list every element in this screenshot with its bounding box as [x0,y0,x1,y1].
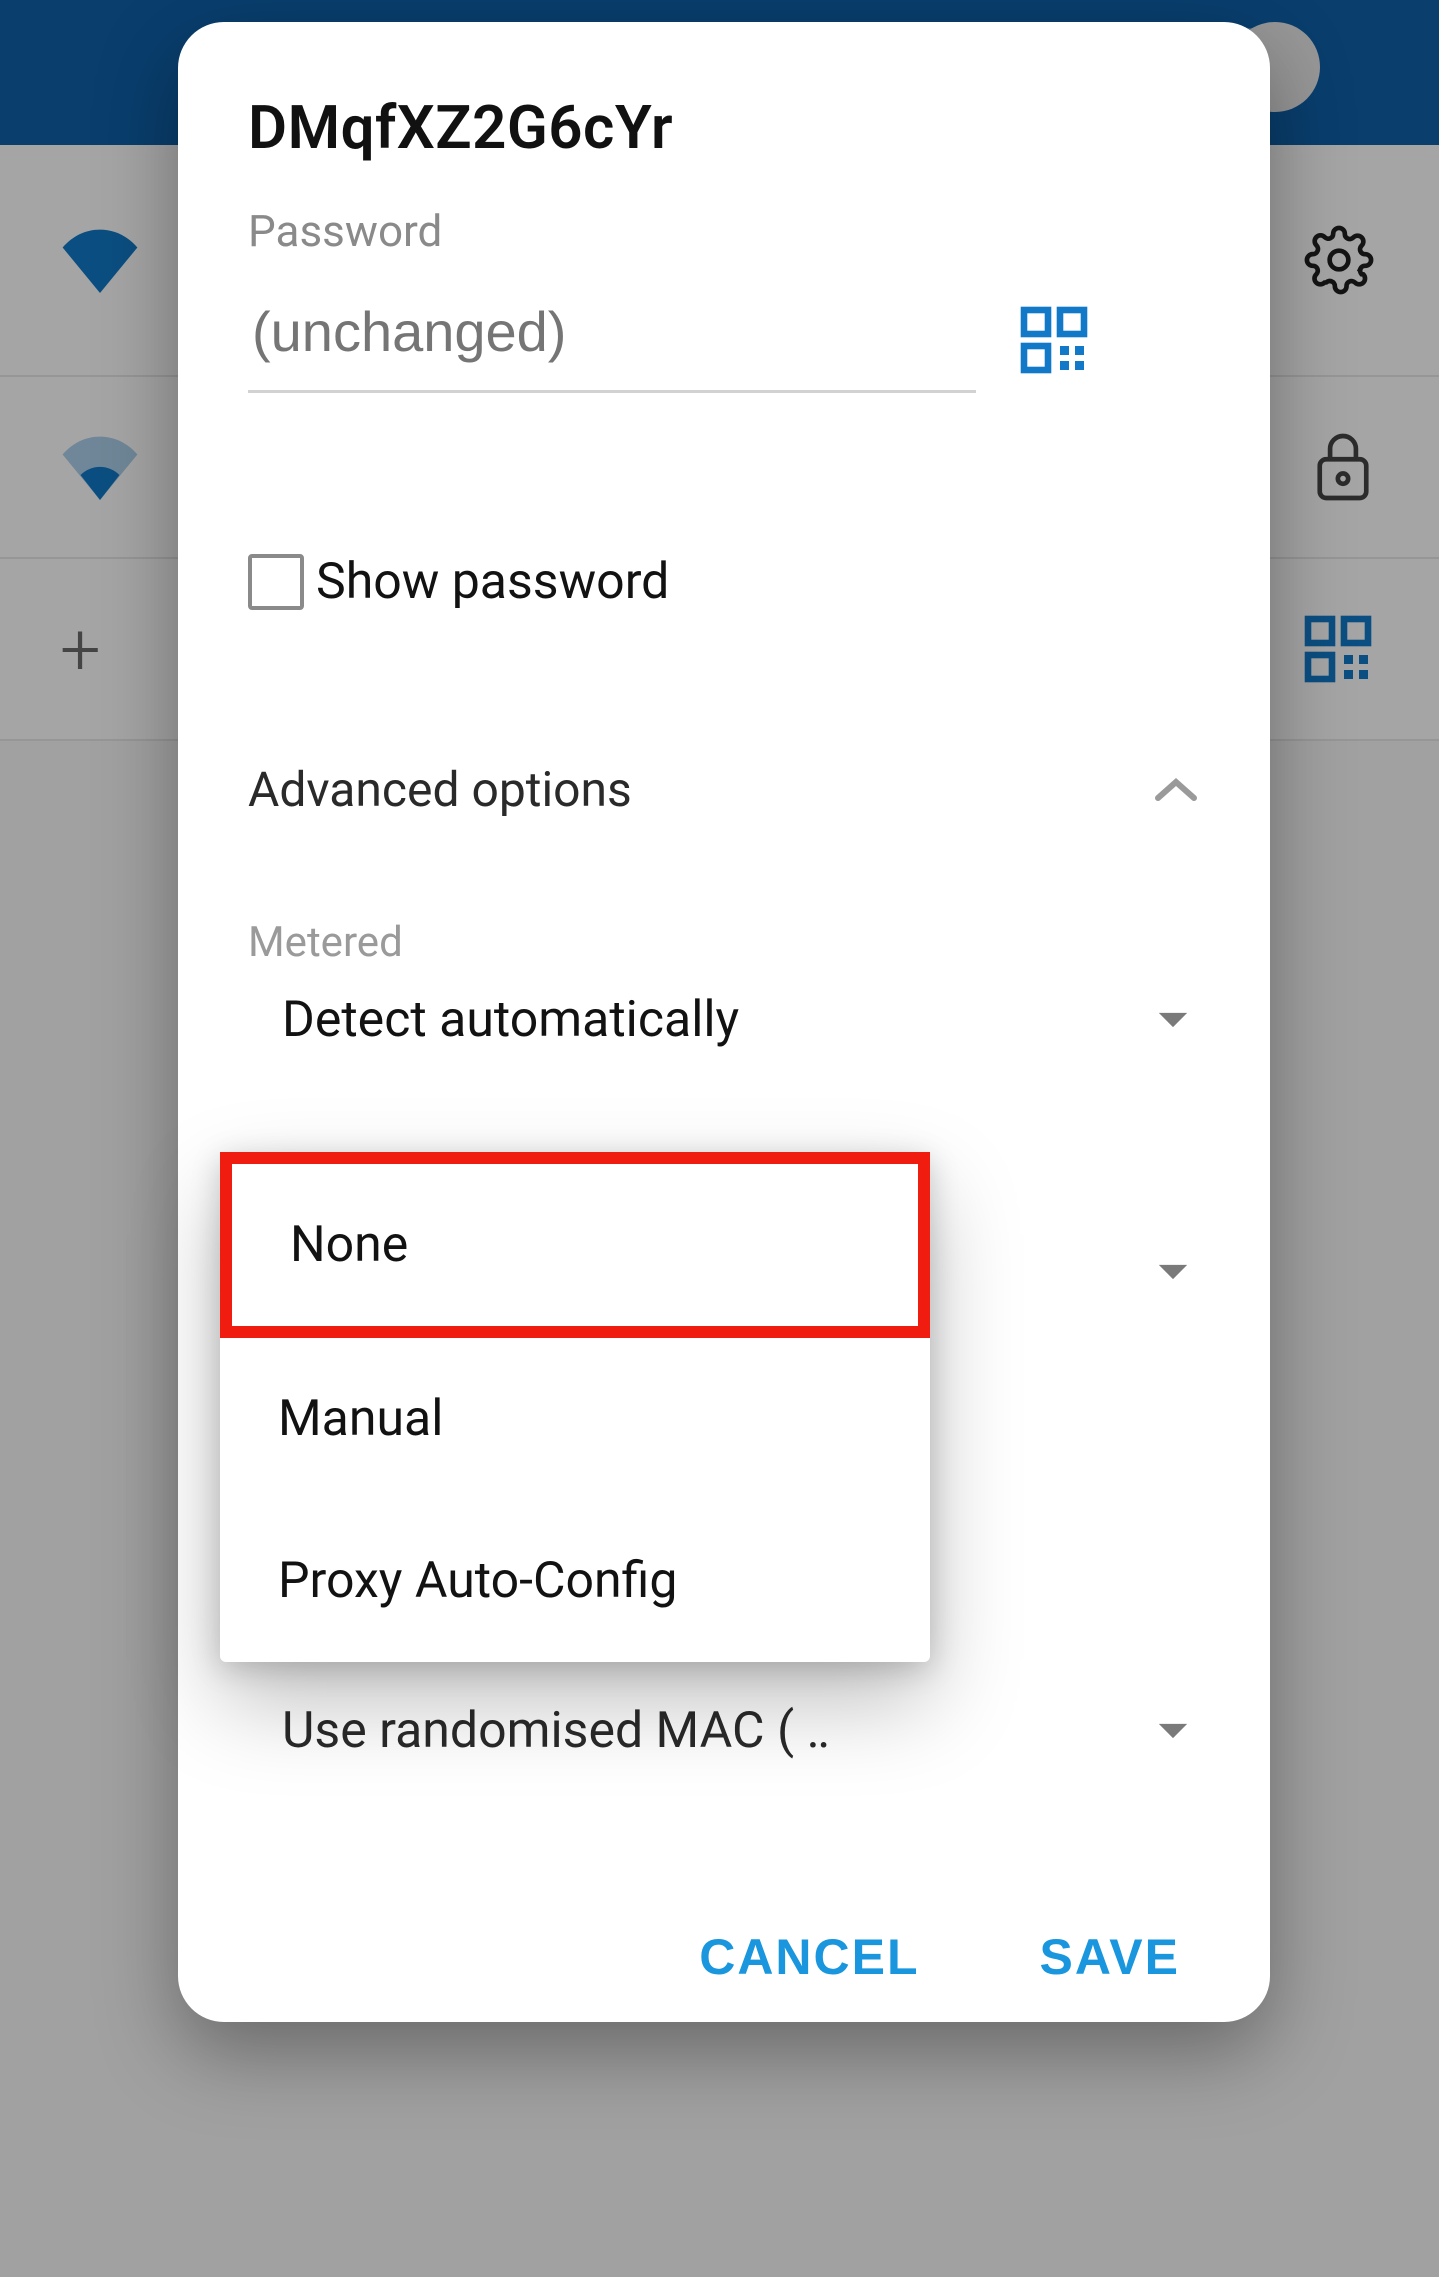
proxy-option-none[interactable]: None [220,1152,930,1338]
mac-select[interactable]: Use randomised MAC ( ‥ [248,1702,1200,1760]
dialog-footer: CANCEL SAVE [178,1928,1270,1986]
save-button[interactable]: SAVE [1040,1928,1180,1986]
dropdown-icon [1156,1010,1190,1030]
cancel-button[interactable]: CANCEL [699,1928,919,1986]
proxy-option-manual[interactable]: Manual [220,1338,930,1500]
dropdown-icon [1156,1262,1190,1282]
metered-group: Metered Detect automatically [248,918,1200,1073]
advanced-options-toggle[interactable]: Advanced options [248,761,1200,818]
metered-label: Metered [248,918,1200,967]
proxy-option-pac[interactable]: Proxy Auto-Config [220,1500,930,1662]
metered-value: Detect automatically [282,991,739,1049]
show-password-label: Show password [316,553,669,611]
dropdown-icon [1156,1721,1190,1741]
network-edit-dialog: DMqfXZ2G6cYr Password Show password Adva… [178,22,1270,2022]
qr-scan-icon[interactable] [1018,304,1088,374]
advanced-options-label: Advanced options [248,761,632,818]
password-label: Password [248,205,1200,257]
chevron-up-icon [1152,775,1200,805]
show-password-checkbox[interactable] [248,554,304,610]
show-password-row[interactable]: Show password [248,553,1200,611]
proxy-dropdown-menu: None Manual Proxy Auto-Config [220,1152,930,1662]
metered-select[interactable]: Detect automatically [248,967,1200,1073]
password-input[interactable] [248,285,976,393]
mac-value: Use randomised MAC ( ‥ [282,1702,830,1760]
dialog-title: DMqfXZ2G6cYr [248,92,1200,163]
